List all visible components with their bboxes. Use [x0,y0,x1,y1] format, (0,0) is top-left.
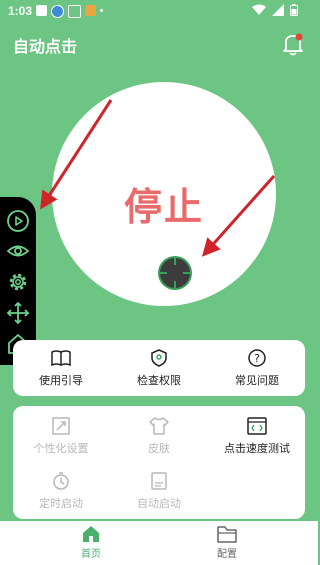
book-icon [51,350,71,367]
status-bar: 1:03 [0,0,318,22]
eye-icon[interactable] [6,239,30,263]
feature-card: 使用引导 检查权限 ? 常见问题 [13,340,305,396]
speed-test-item[interactable]: 点击速度测试 [209,417,305,456]
shield-icon [151,349,167,367]
battery-icon [290,4,298,16]
move-icon[interactable] [6,301,30,325]
page-title: 自动点击 [13,37,78,56]
status-time: 1:03 [8,4,33,18]
skin-label: 皮肤 [148,442,170,455]
permission-item[interactable]: 检查权限 [111,349,207,388]
download-icon [51,5,64,18]
more-dot-icon [100,9,103,12]
app-icon [151,472,167,490]
notification-plus-icon [36,5,47,16]
permission-label: 检查权限 [137,374,181,387]
faq-item[interactable]: ? 常见问题 [209,349,305,388]
settings-card: 个性化设置 皮肤 点击速度测试 定时启动 自动启动 [13,406,305,519]
tab-home[interactable]: 首页 [46,525,136,560]
skin-item[interactable]: 皮肤 [111,417,207,456]
bell-icon[interactable] [282,32,304,56]
home-tab-icon [83,526,99,542]
system-icons [252,4,298,16]
tab-home-label: 首页 [81,549,101,560]
timer-start-label: 定时启动 [39,497,83,510]
auto-start-item[interactable]: 自动启动 [111,472,207,511]
stop-label: 停止 [123,185,204,229]
guide-label: 使用引导 [39,374,83,387]
app-notification-icon [85,5,96,16]
app-bar: 自动点击 [0,22,318,66]
bottom-nav: 首页 配置 [0,521,318,565]
edit-icon [52,417,70,435]
tshirt-icon [149,417,169,435]
personalize-item[interactable]: 个性化设置 [13,417,109,456]
tab-config[interactable]: 配置 [182,525,272,560]
notification-icons [36,5,103,18]
guide-item[interactable]: 使用引导 [13,349,109,388]
faq-label: 常见问题 [235,374,279,387]
stop-button[interactable]: 停止 [52,82,276,306]
timer-icon [53,472,69,490]
shield-status-icon [68,5,81,18]
personalize-label: 个性化设置 [33,442,89,455]
question-icon: ? [248,349,266,367]
play-icon[interactable] [6,209,30,233]
speed-test-label: 点击速度测试 [224,442,290,455]
signal-icon [272,4,284,16]
folder-icon [217,526,237,543]
code-window-icon [247,417,267,435]
timer-start-item[interactable]: 定时启动 [13,472,109,511]
gear-icon[interactable] [6,270,30,294]
wifi-icon [252,4,266,15]
auto-start-label: 自动启动 [137,497,181,510]
svg-text:?: ? [254,352,260,365]
tab-config-label: 配置 [217,549,237,560]
click-target-icon[interactable] [157,255,193,291]
